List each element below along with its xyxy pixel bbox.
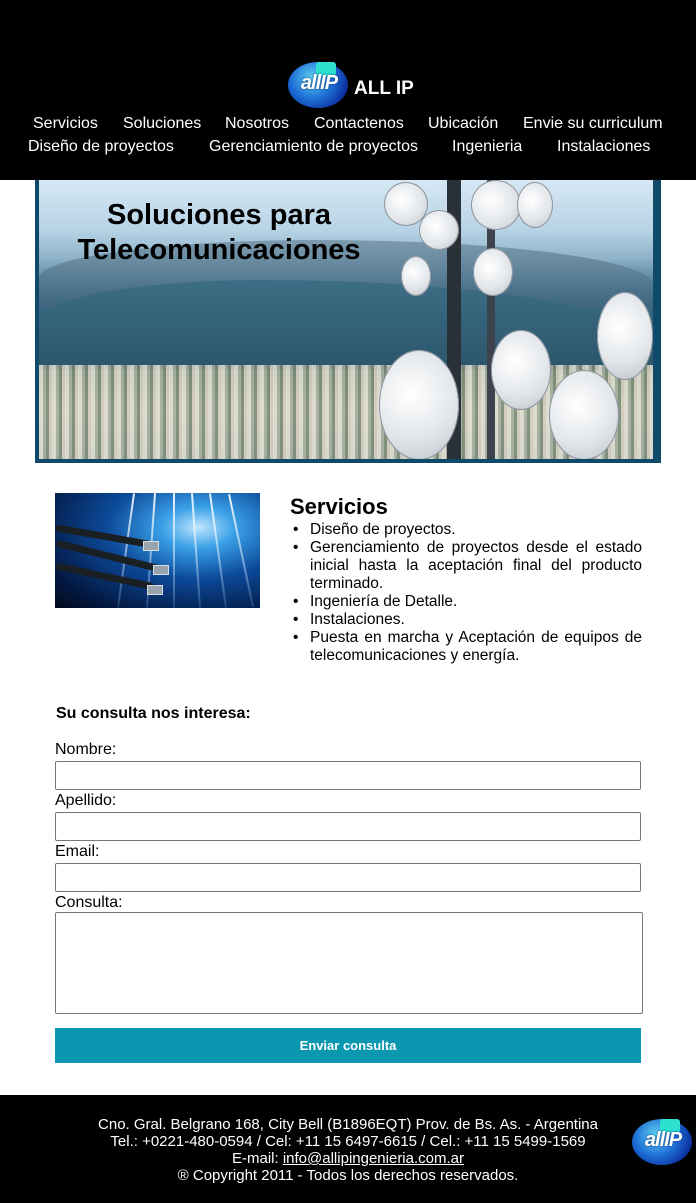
footer-email-line: E-mail: info@allipingenieria.com.ar [0,1150,696,1167]
fiber-strand [117,493,135,608]
services-item: Ingeniería de Detalle. [290,593,642,611]
footer-address: Cno. Gral. Belgrano 168, City Bell (B189… [98,1116,598,1133]
services-list: Diseño de proyectos. Gerenciamiento de p… [290,521,642,665]
nav-link-curriculum[interactable]: Envie su curriculum [523,115,663,133]
submit-consulta-button[interactable]: Enviar consulta [55,1028,641,1063]
brand-name[interactable]: ALL IP [354,78,414,100]
services-item: Gerenciamiento de proyectos desde el est… [290,539,642,593]
email-input[interactable] [55,863,641,892]
nombre-input[interactable] [55,761,641,790]
contact-form-title: Su consulta nos interesa: [56,705,251,722]
antenna-dish [419,210,459,250]
antenna-dish [549,370,619,459]
nav-link-ubicacion[interactable]: Ubicación [428,115,498,133]
footer-email-prefix: E-mail: [232,1150,283,1167]
services-title: Servicios [290,494,388,519]
services-item: Instalaciones. [290,611,642,629]
nav-link-instalaciones[interactable]: Instalaciones [557,138,650,156]
fiber-strand [190,493,202,608]
antenna-dish [471,180,521,230]
hero-banner: Soluciones para Telecomunicaciones [35,180,661,463]
email-label: Email: [55,843,100,860]
rj45-connector [147,585,163,595]
antenna-dish [491,330,551,410]
antenna-dish [379,350,459,459]
footer-phones: Tel.: +0221-480-0594 / Cel: +11 15 6497-… [110,1133,586,1150]
consulta-textarea[interactable] [55,912,643,1014]
nav-link-servicios[interactable]: Servicios [33,115,98,133]
antenna-dish [473,248,513,296]
apellido-label: Apellido: [55,792,117,809]
logo-text: allIP [300,72,338,94]
nav-link-soluciones[interactable]: Soluciones [123,115,201,133]
logo-text: allIP [644,1129,682,1151]
footer-copyright: ® Copyright 2011 - Todos los derechos re… [177,1167,519,1184]
antenna-dish [401,256,431,296]
site-header: allIP ALL IP Servicios Soluciones Nosotr… [0,0,696,180]
brand[interactable]: allIP ALL IP [286,60,414,112]
antenna-dish [597,292,653,380]
hero-title-line-2: Telecomunicaciones [77,234,361,266]
rj45-connector [143,541,159,551]
fiber-strand [173,493,175,608]
nav-link-diseno[interactable]: Diseño de proyectos [28,138,174,156]
antenna-dish [517,182,553,228]
consulta-label: Consulta: [55,894,123,911]
site-footer: Cno. Gral. Belgrano 168, City Bell (B189… [0,1095,696,1203]
fiber-strand [228,494,254,607]
hero-title: Soluciones para Telecomunicaciones [49,198,389,268]
allip-logo[interactable]: allIP [286,60,350,112]
nav-link-gerenciamiento[interactable]: Gerenciamiento de proyectos [209,138,418,156]
nav-link-ingenieria[interactable]: Ingenieria [452,138,522,156]
nav-link-nosotros[interactable]: Nosotros [225,115,289,133]
footer-email-link[interactable]: info@allipingenieria.com.ar [283,1150,464,1167]
services-item: Diseño de proyectos. [290,521,642,539]
rj45-connector [153,565,169,575]
footer-allip-logo[interactable]: allIP [630,1117,692,1167]
hero-image: Soluciones para Telecomunicaciones [39,180,653,459]
apellido-input[interactable] [55,812,641,841]
hero-title-line-1: Soluciones para [106,199,331,231]
fiber-strand [209,493,227,608]
services-item: Puesta en marcha y Aceptación de equipos… [290,629,642,665]
fiber-optic-image [55,493,260,608]
nombre-label: Nombre: [55,741,117,758]
nav-link-contactenos[interactable]: Contactenos [314,115,404,133]
